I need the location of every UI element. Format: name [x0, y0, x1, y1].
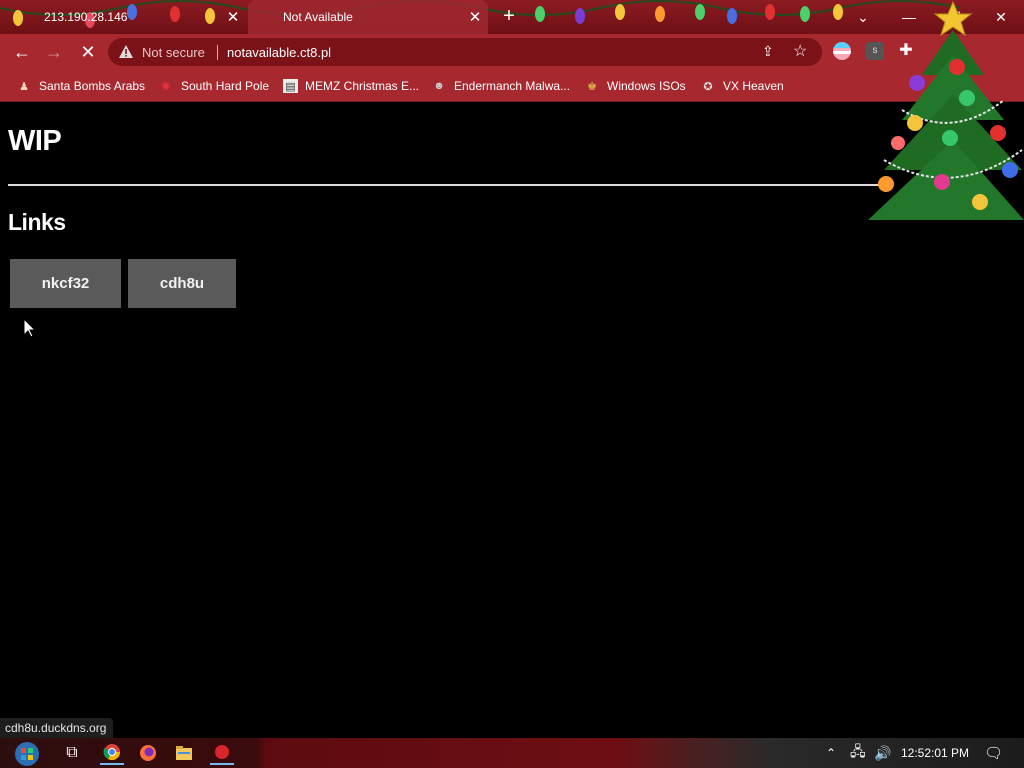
new-tab-button[interactable]: +	[498, 5, 520, 27]
bookmark-vx-heaven[interactable]: ✪ VX Heaven	[700, 77, 784, 95]
bookmark-south-hard-pole[interactable]: ✺ South Hard Pole	[158, 77, 269, 95]
character-icon: ♚	[587, 80, 597, 93]
christmas-tree-icon	[868, 0, 1024, 220]
chrome-icon[interactable]	[100, 741, 124, 765]
bookmark-label: South Hard Pole	[181, 79, 270, 93]
bookmark-memz-christmas[interactable]: ▤ MEMZ Christmas E...	[283, 77, 419, 95]
warning-triangle-icon	[119, 45, 133, 58]
red-app-icon[interactable]	[210, 741, 234, 765]
task-view-icon[interactable]: ⧉	[60, 741, 84, 765]
security-label[interactable]: Not secure	[142, 45, 205, 60]
vx-heaven-icon: ✪	[703, 80, 713, 93]
link-button-nkcf32[interactable]: nkcf32	[10, 259, 121, 308]
page-icon: ▤	[283, 79, 298, 93]
forward-arrow-icon[interactable]: →	[42, 41, 66, 63]
bookmark-windows-isos[interactable]: ♚ Windows ISOs	[584, 77, 686, 95]
start-button-icon[interactable]	[10, 740, 44, 768]
volume-icon[interactable]: 🔊	[874, 738, 891, 768]
show-hidden-icons-icon[interactable]: ⌃	[826, 738, 836, 768]
windows-taskbar: ⧉ ⌃ 🖧 🔊 12:52:01 PM 🗨	[0, 738, 1024, 768]
screen: 213.190.28.146 ✕ Not Available ✕ + ⌄ — ☐…	[0, 0, 1024, 768]
file-explorer-icon[interactable]	[172, 741, 196, 765]
address-bar[interactable]: Not secure notavailable.ct8.pl ⇪ ☆	[108, 38, 822, 66]
links-heading: Links	[8, 209, 66, 235]
tab-not-available[interactable]: Not Available ✕	[248, 0, 488, 34]
url-text[interactable]: notavailable.ct8.pl	[227, 45, 331, 60]
bookmark-label: VX Heaven	[723, 79, 784, 93]
link-button-cdh8u[interactable]: cdh8u	[128, 259, 236, 308]
horizontal-rule	[8, 184, 888, 186]
santa-icon: ♟	[19, 80, 29, 93]
bookmark-label: Windows ISOs	[607, 79, 686, 93]
bookmark-label: Endermanch Malwa...	[454, 79, 571, 93]
close-icon[interactable]: ✕	[220, 8, 246, 26]
notifications-icon[interactable]: 🗨	[984, 738, 1003, 768]
address-divider	[217, 45, 218, 60]
share-icon[interactable]: ⇪	[762, 43, 774, 60]
tab-title: 213.190.28.146	[44, 10, 128, 24]
clock[interactable]: 12:52:01 PM	[901, 738, 969, 768]
network-icon[interactable]: 🖧	[850, 738, 866, 768]
page-title: WIP	[8, 125, 62, 157]
raccoon-icon: ☻	[433, 80, 445, 92]
stop-loading-icon[interactable]: ✕	[76, 41, 100, 63]
link-status-url: cdh8u.duckdns.org	[0, 718, 114, 738]
bookmark-santa-bombs-arabs[interactable]: ♟ Santa Bombs Arabs	[16, 77, 145, 95]
bookmark-label: MEMZ Christmas E...	[305, 79, 420, 93]
tab-213-190-28-146[interactable]: 213.190.28.146 ✕	[0, 0, 246, 34]
flag-extension-icon[interactable]	[833, 42, 851, 60]
snowflake-icon: ✺	[161, 80, 171, 93]
bookmark-label: Santa Bombs Arabs	[39, 79, 146, 93]
close-icon[interactable]: ✕	[462, 8, 488, 26]
back-arrow-icon[interactable]: ←	[10, 41, 34, 63]
bookmark-endermanch-malware[interactable]: ☻ Endermanch Malwa...	[431, 77, 570, 95]
mouse-cursor-icon	[24, 319, 36, 338]
bookmark-star-icon[interactable]: ☆	[793, 41, 807, 61]
tab-title: Not Available	[283, 10, 353, 24]
firefox-icon[interactable]	[136, 741, 160, 765]
